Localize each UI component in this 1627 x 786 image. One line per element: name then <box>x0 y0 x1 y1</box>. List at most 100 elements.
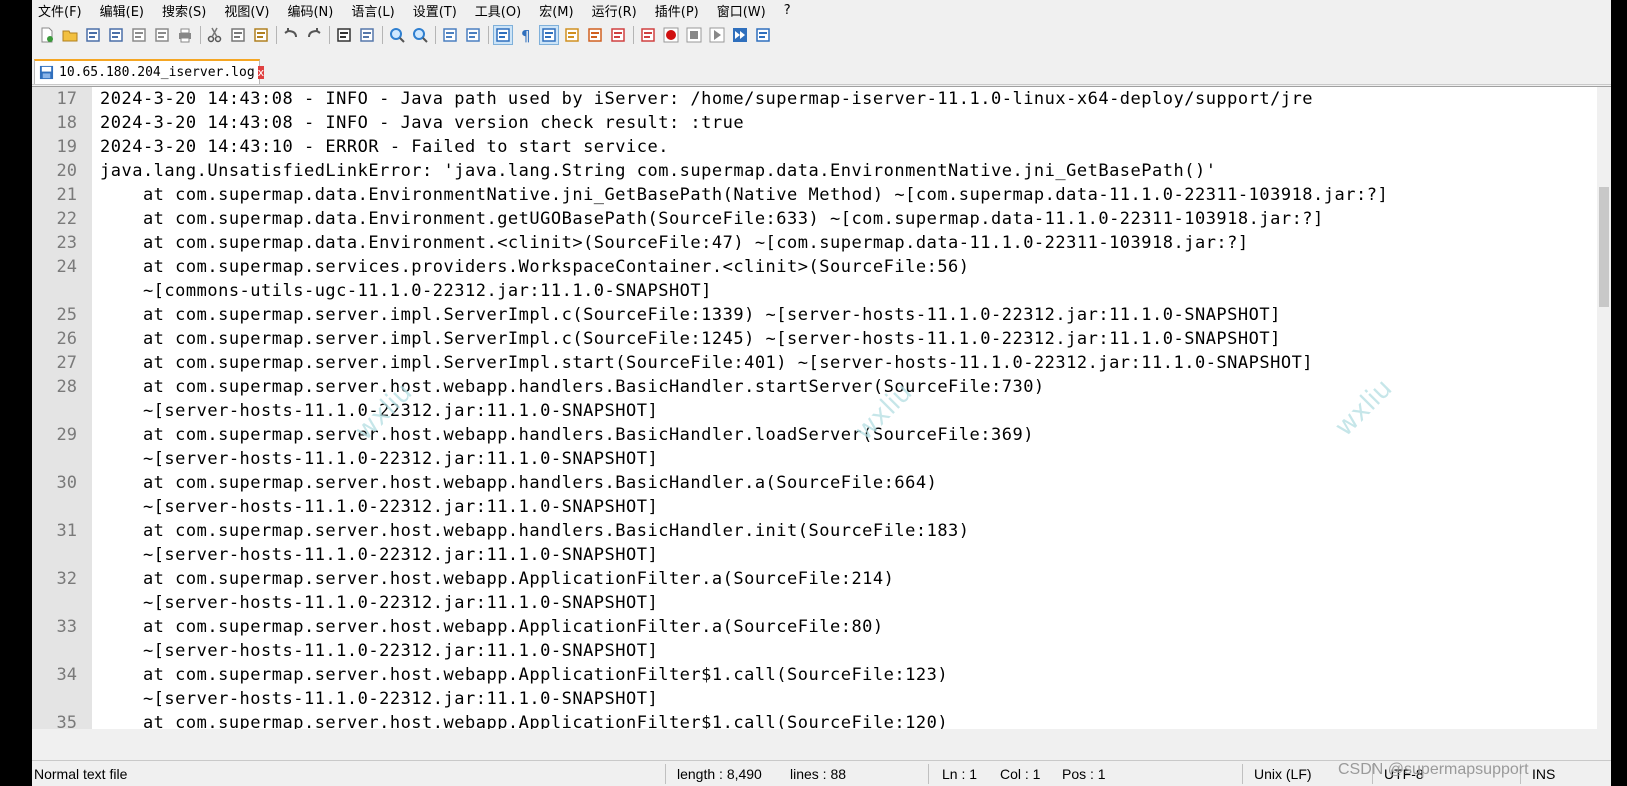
sync-horizontal-icon[interactable] <box>464 26 482 44</box>
menu-item[interactable]: 设置(T) <box>413 1 457 20</box>
open-file-icon[interactable] <box>61 26 79 44</box>
tab-close-button[interactable]: x <box>257 66 265 79</box>
tab-bar: 10.65.180.204_iserver.log x <box>32 52 1611 85</box>
indent-guide-icon[interactable] <box>539 25 559 45</box>
zoom-out-icon[interactable] <box>411 26 429 44</box>
toolbar-separator <box>200 26 201 44</box>
menu-item[interactable]: 宏(M) <box>539 1 573 20</box>
run-macro-multiple-icon[interactable] <box>731 26 749 44</box>
replace-icon[interactable] <box>358 26 376 44</box>
line-text: at com.supermap.services.providers.Works… <box>100 257 970 277</box>
line-text: at com.supermap.server.host.webapp.Appli… <box>100 665 949 685</box>
scrollbar-thumb[interactable] <box>1599 187 1609 307</box>
menu-item[interactable]: ? <box>784 3 791 18</box>
text-editor[interactable]: 17 2024-3-20 14:43:08 - INFO - Java path … <box>32 86 1611 729</box>
toolbar-separator <box>488 26 489 44</box>
line-text: ~[server-hosts-11.1.0-22312.jar:11.1.0-S… <box>100 401 659 421</box>
function-list-icon[interactable] <box>586 26 604 44</box>
play-macro-icon[interactable] <box>708 26 726 44</box>
menu-item[interactable]: 语言(L) <box>351 1 394 20</box>
new-file-icon[interactable] <box>38 26 56 44</box>
menu-item[interactable]: 窗口(W) <box>717 1 766 20</box>
line-text: at com.supermap.server.host.webapp.handl… <box>100 377 1045 397</box>
line-number: 26 <box>56 329 77 349</box>
line-number: 24 <box>56 257 77 277</box>
close-icon[interactable] <box>130 26 148 44</box>
file-tab[interactable]: 10.65.180.204_iserver.log x <box>34 59 265 84</box>
folder-workspace-icon[interactable] <box>609 26 627 44</box>
line-text: at com.supermap.server.host.webapp.handl… <box>100 521 970 541</box>
status-length: length : 8,490 <box>677 766 762 782</box>
line-text: at com.supermap.server.host.webapp.Appli… <box>100 713 949 729</box>
redo-icon[interactable] <box>305 26 323 44</box>
status-lines: lines : 88 <box>790 766 847 782</box>
line-number: 23 <box>56 233 77 253</box>
menu-item[interactable]: 运行(R) <box>592 1 637 20</box>
line-text: ~[server-hosts-11.1.0-22312.jar:11.1.0-S… <box>100 593 659 613</box>
find-icon[interactable] <box>335 26 353 44</box>
line-text: ~[server-hosts-11.1.0-22312.jar:11.1.0-S… <box>100 449 659 469</box>
line-text: at com.supermap.server.host.webapp.Appli… <box>100 617 884 637</box>
undo-icon[interactable] <box>282 26 300 44</box>
toolbar-separator <box>276 26 277 44</box>
line-text: 2024-3-20 14:43:08 - INFO - Java path us… <box>100 89 1314 109</box>
line-number: 35 <box>56 713 77 729</box>
line-number: 34 <box>56 665 77 685</box>
line-number: 33 <box>56 617 77 637</box>
toolbar-separator <box>329 26 330 44</box>
line-number: 17 <box>56 89 77 109</box>
line-number: 29 <box>56 425 77 445</box>
line-text: ~[server-hosts-11.1.0-22312.jar:11.1.0-S… <box>100 641 659 661</box>
line-number: 22 <box>56 209 77 229</box>
word-wrap-icon[interactable] <box>493 25 513 45</box>
csdn-watermark: CSDN @supermapsupport <box>1338 761 1529 778</box>
line-text: 2024-3-20 14:43:08 - INFO - Java version… <box>100 113 745 133</box>
cut-icon[interactable] <box>206 26 224 44</box>
record-macro-icon[interactable] <box>662 26 680 44</box>
toolbar: ¶ <box>32 22 1611 48</box>
line-text: java.lang.UnsatisfiedLinkError: 'java.la… <box>100 161 1217 181</box>
paste-icon[interactable] <box>252 26 270 44</box>
menu-item[interactable]: 文件(F) <box>38 1 82 20</box>
sync-vertical-icon[interactable] <box>441 26 459 44</box>
toolbar-separator <box>633 26 634 44</box>
menu-item[interactable]: 编辑(E) <box>100 1 144 20</box>
status-divider <box>1242 764 1243 784</box>
copy-icon[interactable] <box>229 26 247 44</box>
print-icon[interactable] <box>176 26 194 44</box>
status-divider <box>665 764 666 784</box>
line-number: 20 <box>56 161 77 181</box>
status-insert-mode: INS <box>1532 766 1556 782</box>
stop-macro-icon[interactable] <box>685 26 703 44</box>
menu-item[interactable]: 插件(P) <box>655 1 699 20</box>
status-column: Col : 1 <box>1000 766 1041 782</box>
line-text: ~[commons-utils-ugc-11.1.0-22312.jar:11.… <box>100 281 712 301</box>
zoom-in-icon[interactable] <box>388 26 406 44</box>
line-number: 31 <box>56 521 77 541</box>
line-number: 30 <box>56 473 77 493</box>
monitor-icon[interactable] <box>639 26 657 44</box>
line-number: 25 <box>56 305 77 325</box>
menu-item[interactable]: 编码(N) <box>287 1 333 20</box>
save-macro-icon[interactable] <box>754 26 772 44</box>
toolbar-separator <box>382 26 383 44</box>
vertical-scrollbar[interactable] <box>1597 87 1611 729</box>
left-black-border <box>0 0 32 786</box>
status-file-type: Normal text file <box>34 766 128 782</box>
menu-item[interactable]: 视图(V) <box>224 1 269 20</box>
save-all-icon[interactable] <box>107 26 125 44</box>
line-text: 2024-3-20 14:43:10 - ERROR - Failed to s… <box>100 137 669 157</box>
show-all-chars-icon[interactable]: ¶ <box>517 26 535 44</box>
line-text: at com.supermap.server.impl.ServerImpl.c… <box>100 329 1281 349</box>
line-text: ~[server-hosts-11.1.0-22312.jar:11.1.0-S… <box>100 689 659 709</box>
close-all-icon[interactable] <box>153 26 171 44</box>
line-number: 28 <box>56 377 77 397</box>
menu-item[interactable]: 搜索(S) <box>162 1 206 20</box>
line-text: at com.supermap.server.host.webapp.handl… <box>100 425 1034 445</box>
save-icon[interactable] <box>84 26 102 44</box>
line-number: 19 <box>56 137 77 157</box>
doc-map-icon[interactable] <box>563 26 581 44</box>
line-text: at com.supermap.data.Environment.<clinit… <box>100 233 1249 253</box>
line-number: 27 <box>56 353 77 373</box>
menu-item[interactable]: 工具(O) <box>475 1 521 20</box>
